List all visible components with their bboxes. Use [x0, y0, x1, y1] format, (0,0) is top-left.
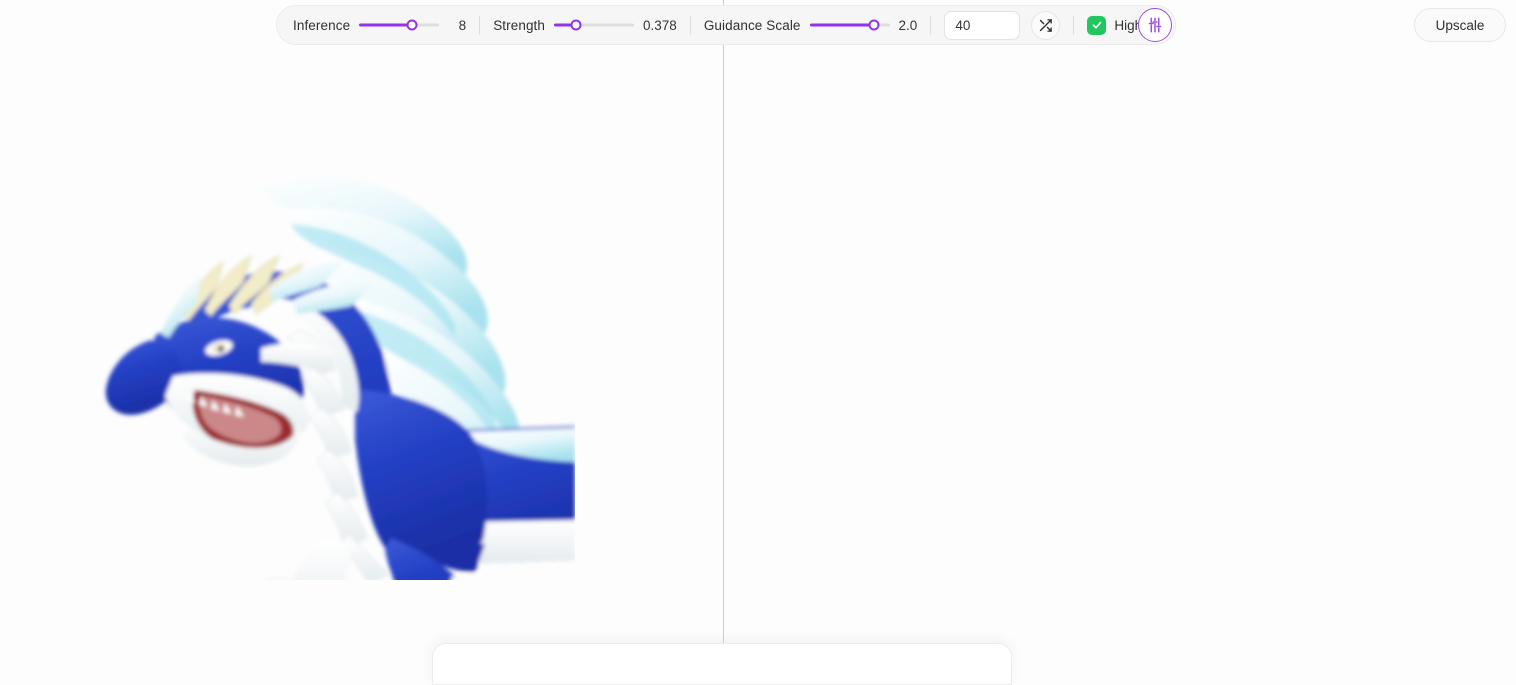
toolbar-divider — [930, 15, 932, 35]
generation-settings-toolbar: Inference 8 Strength 0.378 Guidance Scal… — [276, 5, 1176, 45]
guidance-scale-value: 2.0 — [898, 17, 918, 33]
original-dragon-image — [105, 175, 575, 580]
inference-slider-fill — [359, 23, 412, 27]
toolbar-divider — [689, 15, 691, 35]
compare-divider-handle[interactable] — [723, 0, 724, 670]
guidance-scale-label: Guidance Scale — [703, 17, 801, 33]
guidance-scale-slider-fill — [809, 23, 874, 27]
strength-slider-knob[interactable] — [570, 19, 582, 31]
inference-value: 8 — [458, 17, 467, 33]
generated-image-pane[interactable] — [723, 0, 1516, 670]
check-icon — [1092, 21, 1102, 29]
strength-label: Strength — [493, 17, 546, 33]
strength-slider[interactable] — [554, 17, 635, 33]
toolbar-divider — [1073, 15, 1075, 35]
image-compare-app: Inference 8 Strength 0.378 Guidance Scal… — [0, 0, 1516, 685]
upscale-button[interactable]: Upscale — [1414, 8, 1506, 42]
guidance-scale-slider[interactable] — [809, 17, 890, 33]
high-res-checkbox[interactable] — [1087, 15, 1107, 35]
shuffle-icon — [1040, 18, 1053, 32]
toolbar-divider — [479, 15, 481, 35]
advanced-settings-button[interactable] — [1138, 8, 1172, 42]
inference-label: Inference — [293, 17, 351, 33]
shuffle-button[interactable] — [1031, 10, 1061, 40]
guidance-scale-control: Guidance Scale 2.0 — [704, 17, 918, 33]
strength-value: 0.378 — [643, 17, 677, 33]
sliders-settings-icon — [1148, 17, 1162, 33]
inference-slider[interactable] — [359, 17, 440, 33]
seed-input[interactable] — [944, 10, 1021, 40]
guidance-scale-slider-knob[interactable] — [868, 19, 880, 31]
inference-slider-knob[interactable] — [406, 19, 418, 31]
bottom-prompt-panel[interactable] — [432, 643, 1012, 685]
upscale-button-label: Upscale — [1435, 17, 1485, 33]
compare-canvas — [0, 0, 1516, 670]
original-image-pane[interactable] — [0, 0, 723, 670]
strength-control: Strength 0.378 — [493, 17, 677, 33]
inference-control: Inference 8 — [293, 17, 466, 33]
